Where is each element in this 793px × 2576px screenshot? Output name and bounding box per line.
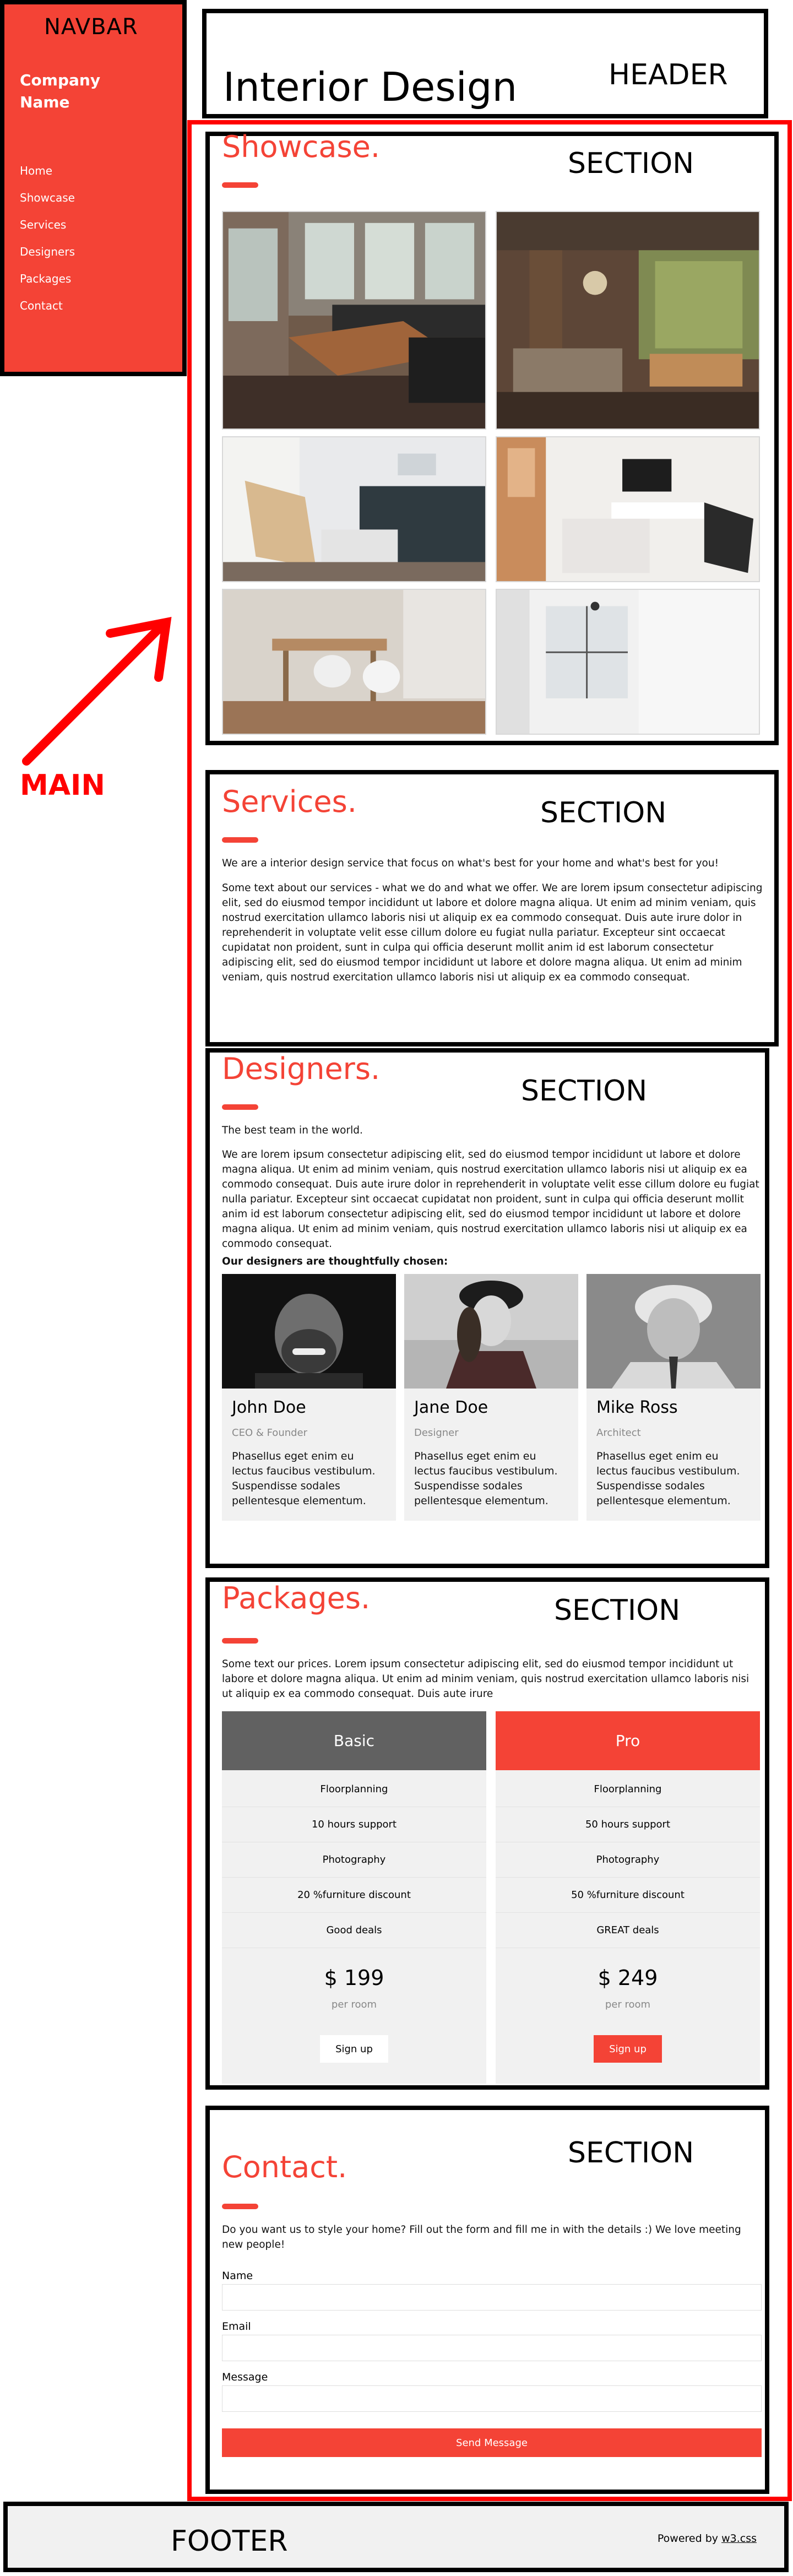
title-underline	[222, 2204, 258, 2209]
services-intro: We are a interior design service that fo…	[222, 858, 719, 869]
plan-feature: GREAT deals	[496, 1913, 760, 1948]
navbar: NAVBAR Company Name Home Showcase Servic…	[0, 0, 187, 376]
designers-body: We are lorem ipsum consectetur adipiscin…	[222, 1149, 759, 1250]
designer-card-john: John Doe CEO & Founder Phasellus eget en…	[222, 1274, 396, 1521]
packages-title: Packages.	[222, 1581, 371, 1615]
section-annotation: SECTION	[521, 1075, 648, 1108]
page-title: Interior Design	[223, 64, 518, 110]
email-label: Email	[222, 2320, 251, 2333]
section-annotation: SECTION	[568, 2136, 694, 2170]
contact-section: Contact. SECTION Do you want us to style…	[205, 2106, 769, 2494]
plan-name: Basic	[222, 1711, 486, 1770]
title-underline	[222, 182, 258, 188]
plan-price: $ 199	[324, 1966, 384, 1990]
message-label: Message	[222, 2371, 268, 2383]
footer: FOOTER Powered by w3.css	[3, 2502, 789, 2572]
showcase-title: Showcase.	[222, 129, 381, 164]
title-underline	[222, 1638, 258, 1644]
plan-pro: Pro Floorplanning 50 hours support Photo…	[496, 1711, 760, 2084]
nav-item-home[interactable]: Home	[20, 164, 75, 191]
plan-price: $ 249	[598, 1966, 658, 1990]
plan-feature: Photography	[222, 1842, 486, 1878]
designers-section: Designers. SECTION The best team in the …	[205, 1048, 769, 1568]
contact-title: Contact.	[222, 2150, 347, 2184]
pro-signup-button[interactable]: Sign up	[594, 2035, 662, 2063]
powered-by: Powered by w3.css	[658, 2532, 757, 2545]
nav-list: Home Showcase Services Designers Package…	[20, 164, 75, 326]
w3css-link[interactable]: w3.css	[721, 2532, 757, 2545]
bright-room-photo[interactable]	[496, 589, 760, 735]
designer-role: Architect	[596, 1427, 641, 1439]
plan-name: Pro	[496, 1711, 760, 1770]
email-field[interactable]	[222, 2335, 762, 2361]
plan-feature: Good deals	[222, 1913, 486, 1948]
designer-card-jane: Jane Doe Designer Phasellus eget enim eu…	[404, 1274, 578, 1521]
name-field[interactable]	[222, 2284, 762, 2311]
bedroom-chair-photo[interactable]	[222, 436, 486, 582]
designer-role: CEO & Founder	[232, 1427, 308, 1439]
main-annotation: MAIN	[20, 769, 105, 802]
plan-feature: 20 %furniture discount	[222, 1878, 486, 1913]
designer-desc: Phasellus eget enim eu lectus faucibus v…	[232, 1450, 376, 1507]
jane-doe-photo	[404, 1274, 578, 1389]
basic-signup-button[interactable]: Sign up	[320, 2035, 388, 2063]
designer-name: Jane Doe	[414, 1398, 488, 1417]
name-label: Name	[222, 2270, 253, 2282]
designer-card-mike: Mike Ross Architect Phasellus eget enim …	[586, 1274, 761, 1521]
plan-per: per room	[605, 1999, 651, 2010]
living-room-photo[interactable]	[496, 211, 760, 430]
designer-name: John Doe	[232, 1398, 306, 1417]
navbar-annotation: NAVBAR	[44, 14, 138, 40]
designer-desc: Phasellus eget enim eu lectus faucibus v…	[414, 1450, 558, 1507]
designers-chosen: Our designers are thoughtfully chosen:	[222, 1256, 448, 1267]
packages-section: Packages. SECTION Some text our prices. …	[205, 1577, 769, 2090]
services-title: Services.	[222, 784, 357, 819]
plan-feature: Floorplanning	[222, 1772, 486, 1807]
nav-item-services[interactable]: Services	[20, 218, 75, 245]
plan-per: per room	[331, 1999, 377, 2010]
title-underline	[222, 837, 258, 843]
nav-item-contact[interactable]: Contact	[20, 299, 75, 326]
message-field[interactable]	[222, 2385, 762, 2412]
services-body: Some text about our services - what we d…	[222, 882, 763, 983]
packages-intro: Some text our prices. Lorem ipsum consec…	[222, 1658, 749, 1700]
mike-ross-photo	[586, 1274, 761, 1389]
plan-basic: Basic Floorplanning 10 hours support Pho…	[222, 1711, 486, 2084]
company-name: Company Name	[20, 71, 101, 111]
dining-room-photo[interactable]	[222, 589, 486, 735]
plan-feature: 50 hours support	[496, 1807, 760, 1842]
title-underline	[222, 1104, 258, 1110]
plan-feature: 10 hours support	[222, 1807, 486, 1842]
plan-feature: Floorplanning	[496, 1772, 760, 1807]
header: Interior Design HEADER	[202, 9, 768, 118]
designers-intro: The best team in the world.	[222, 1125, 363, 1136]
section-annotation: SECTION	[540, 796, 667, 829]
plan-feature: Photography	[496, 1842, 760, 1878]
send-message-button[interactable]: Send Message	[222, 2428, 762, 2457]
john-doe-photo	[222, 1274, 396, 1389]
nav-item-showcase[interactable]: Showcase	[20, 191, 75, 218]
footer-annotation: FOOTER	[171, 2525, 288, 2558]
designer-name: Mike Ross	[596, 1398, 678, 1417]
services-section: Services. SECTION We are a interior desi…	[205, 770, 779, 1046]
showcase-section: Showcase. SECTION	[205, 129, 779, 745]
kitchen-loft-photo[interactable]	[222, 211, 486, 430]
designer-desc: Phasellus eget enim eu lectus faucibus v…	[596, 1450, 740, 1507]
nav-item-packages[interactable]: Packages	[20, 272, 75, 299]
section-annotation: SECTION	[568, 147, 694, 180]
section-annotation: SECTION	[554, 1594, 681, 1627]
designers-title: Designers.	[222, 1051, 381, 1086]
contact-intro: Do you want us to style your home? Fill …	[222, 2224, 741, 2250]
main: Showcase. SECTION Services. SECTION We a…	[187, 120, 792, 2501]
designer-role: Designer	[414, 1427, 459, 1439]
powered-by-text: Powered by	[657, 2532, 719, 2545]
main-arrow-icon	[22, 617, 172, 766]
bedroom-tv-photo[interactable]	[496, 436, 760, 582]
plan-feature: 50 %furniture discount	[496, 1878, 760, 1913]
nav-item-designers[interactable]: Designers	[20, 245, 75, 272]
header-annotation: HEADER	[609, 58, 728, 91]
